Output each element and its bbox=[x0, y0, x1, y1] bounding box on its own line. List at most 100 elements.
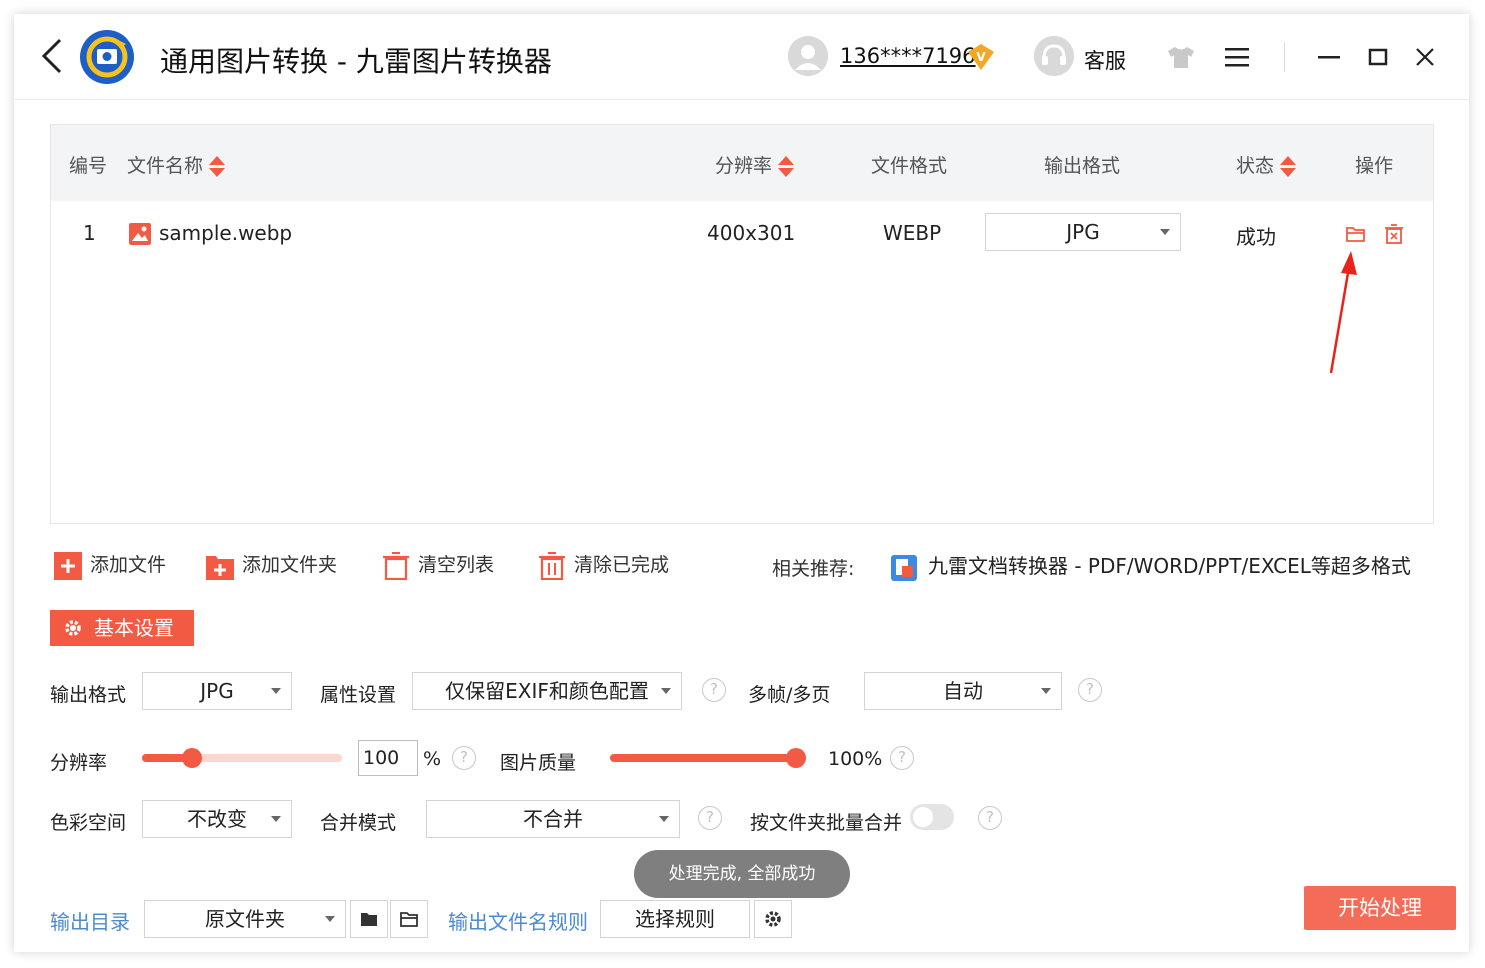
attribute-select[interactable]: 仅保留EXIF和颜色配置 bbox=[412, 672, 682, 710]
sort-icon[interactable] bbox=[778, 155, 795, 178]
file-table: 编号 文件名称 分辨率 文件格式 输出格式 状态 操作 1 sample.web… bbox=[50, 124, 1434, 524]
close-icon[interactable] bbox=[1408, 40, 1442, 74]
header-actions: 操作 bbox=[1355, 155, 1394, 177]
output-format-select[interactable]: JPG bbox=[142, 672, 292, 710]
annotation-arrow-icon bbox=[1329, 251, 1357, 374]
app-logo-icon bbox=[80, 30, 134, 84]
folder-merge-label: 按文件夹批量合并 bbox=[750, 812, 903, 834]
minimize-icon[interactable] bbox=[1312, 40, 1346, 74]
add-folder-button[interactable]: 添加文件夹 bbox=[206, 550, 337, 580]
sort-icon[interactable] bbox=[1280, 155, 1297, 178]
resolution-slider-handle[interactable] bbox=[182, 748, 202, 768]
back-chevron-icon[interactable] bbox=[38, 36, 68, 76]
quality-slider[interactable] bbox=[610, 748, 806, 768]
attribute-label: 属性设置 bbox=[320, 684, 397, 706]
recommend-label: 相关推荐: bbox=[772, 558, 855, 580]
help-icon[interactable]: ? bbox=[698, 806, 722, 830]
help-icon[interactable]: ? bbox=[978, 806, 1002, 830]
row-format: WEBP bbox=[883, 221, 942, 245]
open-folder-icon[interactable] bbox=[1345, 223, 1367, 245]
customer-service-link[interactable]: 客服 bbox=[1084, 45, 1126, 75]
filename-rule-select[interactable]: 选择规则 bbox=[600, 900, 750, 938]
tshirt-icon[interactable] bbox=[1164, 40, 1198, 74]
merge-label: 合并模式 bbox=[320, 812, 397, 834]
header-name[interactable]: 文件名称 bbox=[127, 151, 226, 178]
row-status: 成功 bbox=[1236, 225, 1276, 249]
chevron-down-icon bbox=[271, 688, 281, 694]
header-format: 文件格式 bbox=[871, 155, 948, 177]
chevron-down-icon bbox=[325, 916, 335, 922]
resolution-input[interactable] bbox=[358, 740, 418, 776]
browse-folder-button[interactable] bbox=[350, 900, 388, 938]
quality-slider-handle[interactable] bbox=[786, 748, 806, 768]
header-output: 输出格式 bbox=[1044, 155, 1121, 177]
folder-icon bbox=[361, 913, 377, 926]
chevron-down-icon bbox=[271, 816, 281, 822]
chevron-down-icon bbox=[659, 816, 669, 822]
help-icon[interactable]: ? bbox=[702, 678, 726, 702]
output-dir-label[interactable]: 输出目录 bbox=[50, 906, 130, 935]
output-dir-select[interactable]: 原文件夹 bbox=[144, 900, 346, 938]
app-window: 通用图片转换 - 九雷图片转换器 136****7196 V 客服 编号 文件名… bbox=[14, 14, 1469, 952]
resolution-label: 分辨率 bbox=[50, 752, 108, 774]
header-resolution[interactable]: 分辨率 bbox=[715, 151, 795, 178]
output-dir-value: 原文件夹 bbox=[205, 907, 285, 931]
headset-icon[interactable] bbox=[1034, 36, 1074, 76]
gear-icon bbox=[65, 620, 81, 636]
clear-completed-button[interactable]: 清除已完成 bbox=[538, 550, 669, 580]
row-output-format-value: JPG bbox=[1066, 220, 1100, 244]
add-file-button[interactable]: 添加文件 bbox=[54, 550, 166, 580]
attribute-value: 仅保留EXIF和颜色配置 bbox=[445, 679, 649, 703]
add-folder-label: 添加文件夹 bbox=[242, 554, 338, 576]
chevron-down-icon bbox=[1041, 688, 1051, 694]
clear-completed-label: 清除已完成 bbox=[574, 554, 670, 576]
row-file-name: sample.webp bbox=[159, 221, 293, 245]
trash-icon bbox=[382, 551, 410, 580]
help-icon[interactable]: ? bbox=[890, 746, 914, 770]
resolution-unit: % bbox=[423, 748, 442, 770]
header-status[interactable]: 状态 bbox=[1236, 151, 1297, 178]
user-account-link[interactable]: 136****7196 bbox=[840, 44, 976, 68]
resolution-slider[interactable] bbox=[142, 748, 342, 768]
multiframe-value: 自动 bbox=[943, 679, 983, 703]
quality-value: 100% bbox=[828, 748, 883, 770]
header-status-label: 状态 bbox=[1236, 155, 1275, 177]
open-folder-icon bbox=[400, 912, 418, 927]
filename-rule-label[interactable]: 输出文件名规则 bbox=[448, 906, 588, 935]
clear-list-label: 清空列表 bbox=[418, 554, 495, 576]
quality-slider-fill bbox=[610, 754, 796, 762]
start-processing-button[interactable]: 开始处理 bbox=[1304, 886, 1456, 930]
chevron-down-icon bbox=[1160, 229, 1170, 235]
recommend-link-label: 九雷文档转换器 - PDF/WORD/PPT/EXCEL等超多格式 bbox=[928, 554, 1411, 578]
help-icon[interactable]: ? bbox=[1078, 678, 1102, 702]
document-converter-icon bbox=[891, 554, 917, 581]
colorspace-select[interactable]: 不改变 bbox=[142, 800, 292, 838]
maximize-icon[interactable] bbox=[1361, 40, 1395, 74]
chevron-down-icon bbox=[661, 688, 671, 694]
multiframe-select[interactable]: 自动 bbox=[864, 672, 1062, 710]
folder-merge-toggle[interactable] bbox=[910, 804, 954, 830]
recommend-link[interactable]: 九雷文档转换器 - PDF/WORD/PPT/EXCEL等超多格式 bbox=[890, 550, 1411, 582]
help-icon[interactable]: ? bbox=[452, 746, 476, 770]
table-header: 编号 文件名称 分辨率 文件格式 输出格式 状态 操作 bbox=[51, 125, 1433, 201]
clear-list-button[interactable]: 清空列表 bbox=[382, 550, 494, 580]
open-output-folder-button[interactable] bbox=[390, 900, 428, 938]
folder-plus-icon bbox=[206, 552, 234, 580]
avatar-icon[interactable] bbox=[788, 36, 828, 76]
header-resolution-label: 分辨率 bbox=[715, 155, 773, 177]
header-index: 编号 bbox=[69, 155, 108, 177]
title-bar: 通用图片转换 - 九雷图片转换器 136****7196 V 客服 bbox=[14, 14, 1469, 100]
status-toast: 处理完成, 全部成功 bbox=[634, 850, 850, 898]
colorspace-value: 不改变 bbox=[187, 807, 247, 831]
basic-settings-button[interactable]: 基本设置 bbox=[50, 610, 194, 646]
colorspace-label: 色彩空间 bbox=[50, 812, 127, 834]
row-output-format-select[interactable]: JPG bbox=[985, 213, 1181, 251]
output-format-label: 输出格式 bbox=[50, 684, 127, 706]
quality-label: 图片质量 bbox=[500, 752, 577, 774]
filename-rule-settings-button[interactable] bbox=[754, 900, 792, 938]
menu-icon[interactable] bbox=[1220, 40, 1254, 74]
delete-icon[interactable] bbox=[1383, 223, 1405, 245]
merge-select[interactable]: 不合并 bbox=[426, 800, 680, 838]
vip-badge-icon: V bbox=[966, 42, 996, 72]
sort-icon[interactable] bbox=[209, 155, 226, 178]
